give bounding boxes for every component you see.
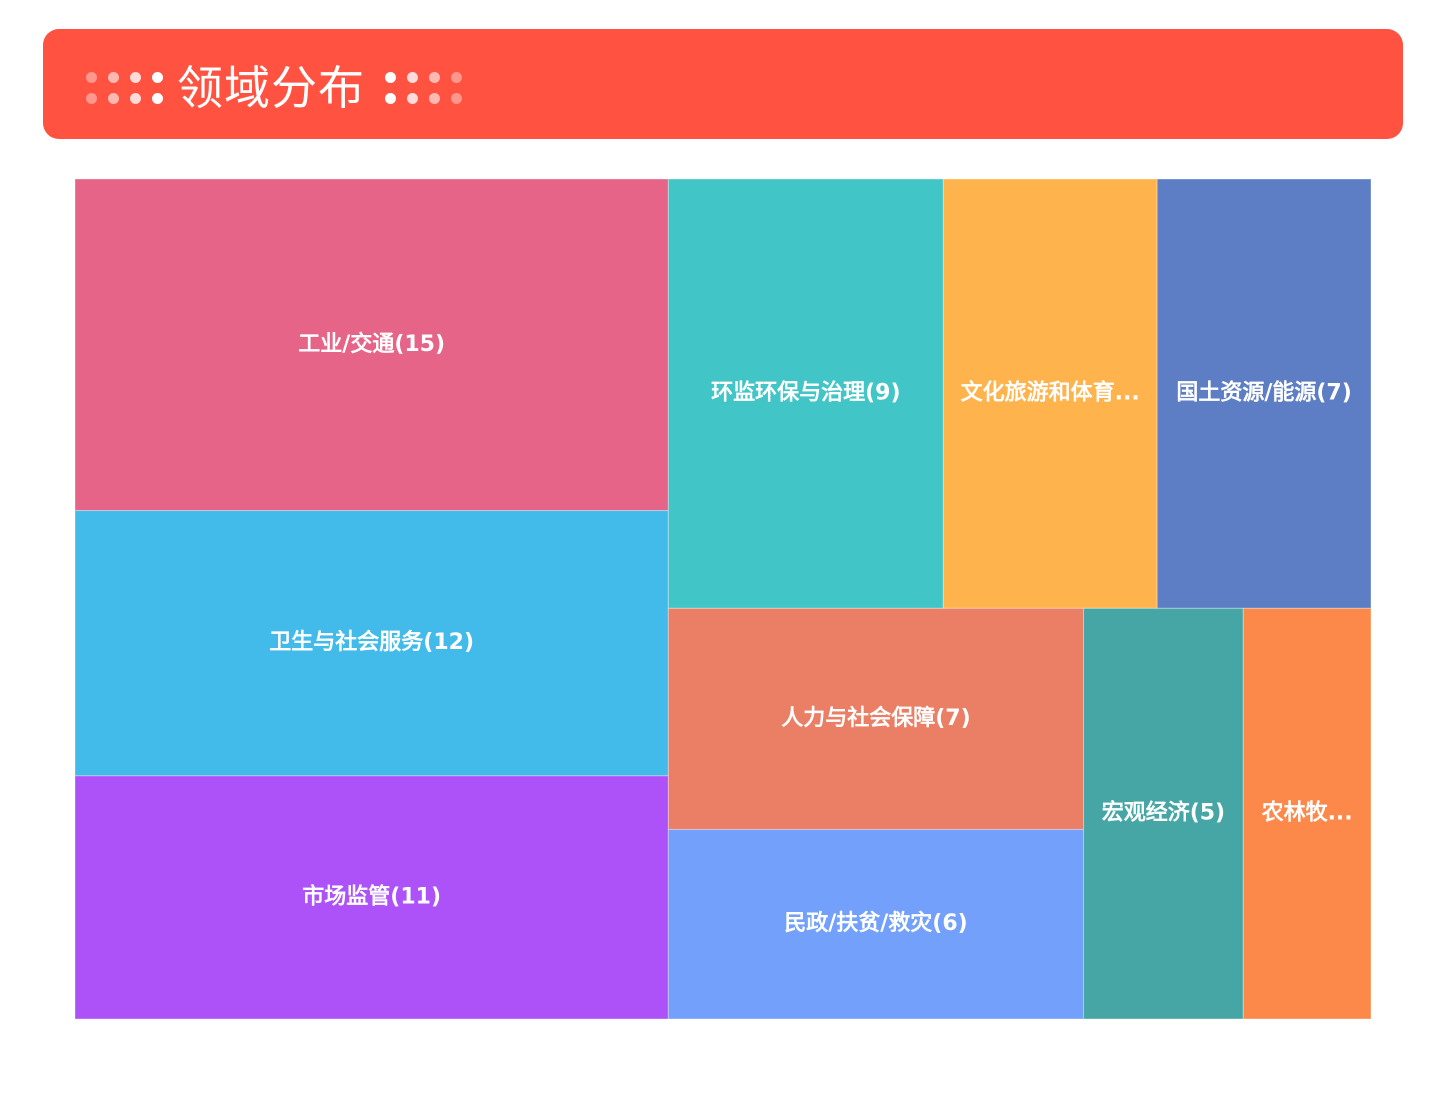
- right-dot: [429, 93, 440, 104]
- right-dot: [451, 93, 462, 104]
- treemap-tile-label: 文化旅游和体育...: [961, 380, 1140, 406]
- right-dot: [429, 72, 440, 83]
- treemap-tile[interactable]: 环监环保与治理(9): [667, 179, 944, 609]
- left-dot: [108, 93, 119, 104]
- treemap-tile-label: 宏观经济(5): [1102, 800, 1225, 826]
- section-title: 领域分布: [177, 61, 365, 115]
- treemap-tile[interactable]: 文化旅游和体育...: [942, 179, 1158, 609]
- right-dots-decoration: [385, 72, 462, 104]
- section-title-group: 领域分布: [86, 48, 462, 128]
- left-dot: [152, 93, 163, 104]
- treemap-tile-label: 农林牧...: [1261, 800, 1353, 826]
- treemap-svg: 工业/交通(15) 卫生与社会服务(12) 市场监管(11) 环监环保与治理(9) 文化…: [75, 179, 1371, 1019]
- treemap-tile[interactable]: 国土资源/能源(7): [1156, 179, 1371, 609]
- treemap-chart: 工业/交通(15) 卫生与社会服务(12) 市场监管(11) 环监环保与治理(9) 文化…: [75, 179, 1371, 1019]
- right-dot: [407, 72, 418, 83]
- left-dot: [86, 93, 97, 104]
- treemap-tile-label: 市场监管(11): [302, 883, 441, 909]
- left-dot: [108, 72, 119, 83]
- right-dot: [385, 93, 396, 104]
- right-dot: [451, 72, 462, 83]
- treemap-tile[interactable]: 农林牧...: [1242, 607, 1371, 1019]
- treemap-tile[interactable]: 民政/扶贫/救灾(6): [667, 828, 1085, 1019]
- treemap-tile[interactable]: 人力与社会保障(7): [667, 607, 1085, 830]
- left-dots-decoration: [86, 72, 163, 104]
- treemap-tile-label: 环监环保与治理(9): [711, 380, 900, 406]
- treemap-tile[interactable]: 工业/交通(15): [75, 179, 669, 512]
- right-dot: [407, 93, 418, 104]
- left-dot: [130, 72, 141, 83]
- treemap-tile-label: 人力与社会保障(7): [781, 705, 970, 731]
- treemap-tile-label: 工业/交通(15): [298, 331, 445, 357]
- right-dot: [385, 72, 396, 83]
- treemap-tile-label: 民政/扶贫/救灾(6): [784, 910, 968, 936]
- left-dot: [86, 72, 97, 83]
- treemap-tile[interactable]: 市场监管(11): [75, 775, 669, 1019]
- treemap-tile-label: 国土资源/能源(7): [1176, 380, 1351, 406]
- treemap-tile-label: 卫生与社会服务(12): [269, 629, 474, 655]
- treemap-tile[interactable]: 宏观经济(5): [1083, 607, 1244, 1019]
- treemap-tile[interactable]: 卫生与社会服务(12): [75, 510, 669, 777]
- left-dot: [152, 72, 163, 83]
- left-dot: [130, 93, 141, 104]
